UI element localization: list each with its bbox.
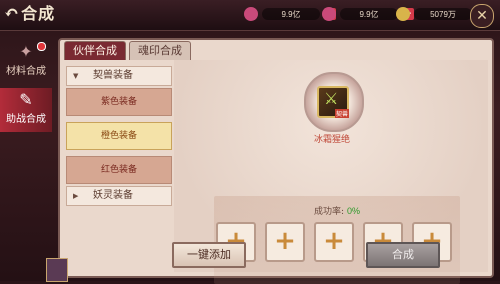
tab-bar: 伙伴合成 魂印合成 — [64, 41, 194, 60]
tab-soul-seal-synthesis[interactable]: 魂印合成 — [129, 41, 191, 60]
back-arrow-icon: ↶ — [4, 3, 20, 24]
scroll-icon: ✦ — [19, 42, 33, 61]
top-bar: ↶ 合成 9.9亿 + 9.9亿 + 5079万 ✕ — [0, 0, 500, 31]
sidebar-item-assist-synthesis[interactable]: ✎ 助战合成 — [0, 88, 52, 132]
target-item-emblem: ⚔ 契兽 冰霜猩绝 — [294, 72, 370, 145]
list-item-purple-equipment[interactable]: 紫色装备 — [66, 88, 172, 116]
success-rate-value: 0% — [346, 206, 360, 216]
category-label: 妖灵装备 — [93, 190, 133, 201]
avatar[interactable] — [46, 258, 68, 282]
collapsed-triangle-icon: ▶ — [73, 192, 79, 200]
category-label: 契兽装备 — [93, 70, 133, 81]
resource-gold: 5079万 — [396, 6, 472, 22]
expanded-triangle-icon: ▼ — [73, 72, 79, 80]
resource-value: 9.9亿 — [262, 8, 320, 20]
resource-value: 5079万 — [414, 8, 472, 20]
target-item-name: 冰霜猩绝 — [313, 135, 350, 145]
material-slots-area: 成功率: 0% + + + + + — [214, 196, 460, 284]
gold-coin-icon — [396, 7, 410, 21]
synthesize-button[interactable]: 合成 — [366, 242, 440, 268]
list-item-orange-equipment[interactable]: 橙色装备 — [66, 122, 172, 150]
sidebar-item-label: 材料合成 — [6, 66, 46, 77]
synthesis-area: ⚔ 契兽 冰霜猩绝 成功率: 0% + + + + + — [174, 60, 488, 284]
item-tag: 契兽 — [334, 109, 349, 118]
material-slot-3[interactable]: + — [314, 222, 354, 262]
page-title: 合成 — [21, 4, 56, 23]
success-rate-label: 成功率: — [314, 207, 345, 217]
close-icon[interactable]: ✕ — [470, 4, 494, 28]
category-contract-beast-equipment[interactable]: ▼ 契兽装备 — [66, 66, 172, 86]
gem-icon — [322, 7, 336, 21]
feather-icon: ✎ — [19, 90, 33, 109]
material-slot-2[interactable]: + — [265, 222, 305, 262]
sidebar-item-label: 助战合成 — [6, 114, 46, 125]
back-button[interactable]: ↶ 合成 — [4, 3, 55, 25]
side-nav: ✦ 材料合成 ✎ 助战合成 — [0, 40, 52, 250]
gem-icon — [244, 7, 258, 21]
category-demon-spirit-equipment[interactable]: ▶ 妖灵装备 — [66, 186, 172, 206]
list-item-red-equipment[interactable]: 红色装备 — [66, 156, 172, 184]
sword-icon: ⚔ — [324, 89, 339, 108]
sidebar-item-material-synthesis[interactable]: ✦ 材料合成 — [0, 40, 52, 84]
equipment-category-list: ▼ 契兽装备 紫色装备 橙色装备 红色装备 ▶ 妖灵装备 — [66, 66, 172, 236]
notification-dot — [37, 42, 46, 51]
resource-value: 9.9亿 — [340, 8, 398, 20]
auto-add-button[interactable]: 一键添加 — [172, 242, 246, 268]
tab-partner-synthesis[interactable]: 伙伴合成 — [64, 41, 126, 60]
success-rate: 成功率: 0% — [214, 204, 460, 217]
target-item-slot[interactable]: ⚔ 契兽 — [317, 86, 349, 118]
